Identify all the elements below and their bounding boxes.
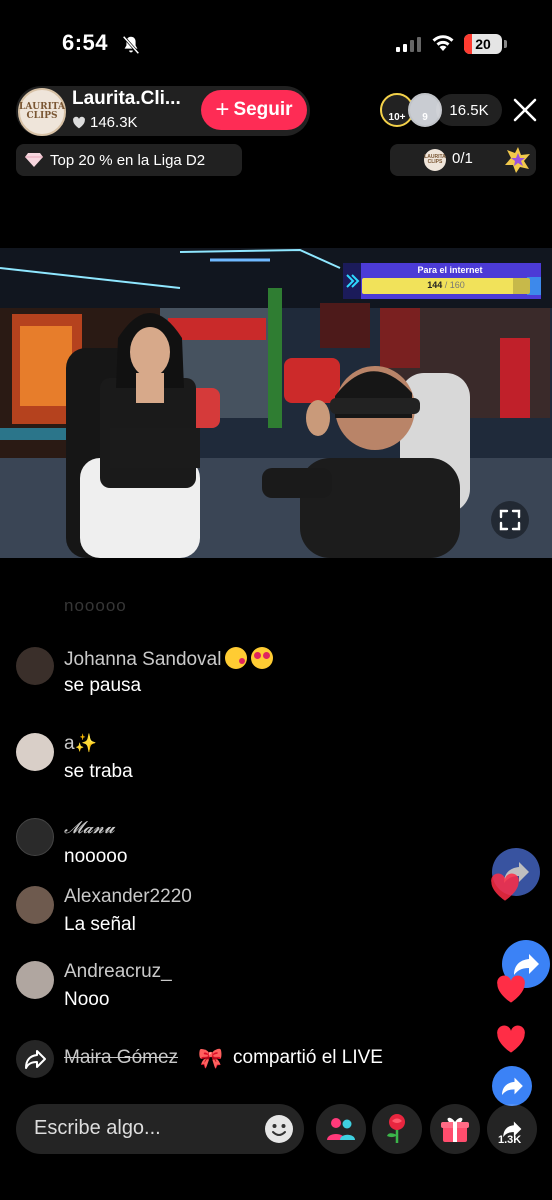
avatar[interactable] bbox=[16, 818, 54, 856]
kiss-emoji-icon bbox=[225, 647, 248, 669]
floating-heart-icon bbox=[497, 975, 525, 1003]
viewer-count[interactable]: 16.5K bbox=[436, 94, 502, 126]
league-label: Top 20 % en la Liga D2 bbox=[50, 151, 206, 169]
faded-chat-line: nooooo bbox=[64, 596, 127, 612]
goal-count: 0/1 bbox=[452, 150, 473, 167]
share-icon bbox=[25, 1050, 46, 1069]
emoji-icon[interactable] bbox=[264, 1114, 294, 1144]
avatar[interactable] bbox=[16, 961, 54, 999]
battery-tip bbox=[504, 40, 507, 48]
diamond-icon bbox=[25, 153, 43, 167]
chat-text: se traba bbox=[64, 761, 133, 782]
goal-avatar-text: LAURITA CLIPS bbox=[424, 154, 446, 165]
chat-username-text: a bbox=[64, 733, 75, 754]
floating-heart-icon bbox=[491, 873, 519, 901]
gift-button[interactable] bbox=[430, 1104, 480, 1154]
wifi-icon bbox=[432, 35, 454, 51]
host-avatar[interactable]: LAURITA CLIPS bbox=[18, 88, 66, 136]
fullscreen-icon[interactable] bbox=[490, 500, 530, 540]
share-event-user[interactable]: Maira Gómez bbox=[64, 1047, 178, 1069]
cell-signal-icon bbox=[396, 36, 421, 52]
rose-gift-icon bbox=[387, 1114, 405, 1143]
party-badge-icon[interactable] bbox=[504, 146, 532, 174]
chat-username[interactable]: Johanna Sandoval bbox=[64, 647, 274, 671]
status-bar: 6:54 20 bbox=[0, 0, 552, 80]
battery-fill bbox=[464, 34, 472, 54]
rose-gift-button[interactable] bbox=[372, 1104, 422, 1154]
goal-progress-text: 144 / 160 bbox=[362, 280, 530, 290]
sparkles-emoji-icon: ✨ bbox=[74, 733, 97, 753]
chat-text: se pausa bbox=[64, 675, 142, 696]
share-event-action: compartió el LIVE bbox=[233, 1047, 383, 1068]
comment-input-placeholder: Escribe algo... bbox=[34, 1117, 161, 1139]
share-button[interactable] bbox=[487, 1104, 537, 1154]
chat-text: Nooo bbox=[64, 989, 110, 1010]
share-count: 1.3K bbox=[498, 1134, 522, 1146]
league-rank-pill[interactable]: Top 20 % en la Liga D2 bbox=[16, 144, 242, 176]
chat-username[interactable]: 𝓜𝓪𝓷𝓾 bbox=[64, 818, 115, 838]
bow-emoji-icon: 🎀 bbox=[198, 1048, 223, 1070]
share-event-icon-circle bbox=[16, 1040, 54, 1078]
guest-icon bbox=[327, 1118, 355, 1140]
host-likes: 146.3K bbox=[72, 114, 138, 131]
floating-heart-icon bbox=[497, 1025, 525, 1053]
gift-box-icon bbox=[441, 1117, 469, 1142]
chat-username[interactable]: Andreacruz_ bbox=[64, 961, 172, 983]
floating-share-bubble bbox=[492, 1066, 532, 1106]
goal-progress-current: 144 bbox=[427, 280, 443, 290]
avatar[interactable] bbox=[16, 733, 54, 771]
goal-progress-total: / 160 bbox=[444, 280, 465, 290]
follow-label: Seguir bbox=[233, 99, 293, 120]
chat-text: La señal bbox=[64, 914, 136, 935]
host-avatar-text: LAURITA CLIPS bbox=[18, 102, 66, 121]
guest-button[interactable] bbox=[316, 1104, 366, 1154]
battery-level: 20 bbox=[475, 36, 491, 52]
close-icon[interactable] bbox=[512, 97, 538, 123]
heart-eyes-emoji-icon bbox=[251, 647, 274, 669]
host-likes-count: 146.3K bbox=[90, 114, 138, 131]
top-viewers[interactable]: 10+ 9 bbox=[380, 93, 442, 127]
goal-banner-title: Para el internet bbox=[417, 265, 483, 275]
host-name[interactable]: Laurita.Cli... bbox=[72, 88, 202, 110]
share-event: Maira Gómez 🎀 compartió el LIVE bbox=[16, 1038, 436, 1078]
avatar[interactable] bbox=[16, 647, 54, 685]
heart-icon bbox=[73, 116, 85, 129]
battery-indicator: 20 bbox=[464, 34, 502, 54]
avatar[interactable] bbox=[16, 886, 54, 924]
bell-muted-icon bbox=[122, 35, 140, 55]
share-icon bbox=[502, 1077, 523, 1096]
chat-username[interactable]: a✨ bbox=[64, 733, 97, 755]
status-time: 6:54 bbox=[62, 30, 109, 55]
chat-text: nooooo bbox=[64, 846, 128, 867]
goal-avatar: LAURITA CLIPS bbox=[424, 149, 446, 171]
chat-username-text: Johanna Sandoval bbox=[64, 649, 222, 670]
chat-username[interactable]: Alexander2220 bbox=[64, 886, 192, 908]
follow-button[interactable]: + Seguir bbox=[201, 90, 307, 130]
plus-icon: + bbox=[215, 96, 230, 123]
